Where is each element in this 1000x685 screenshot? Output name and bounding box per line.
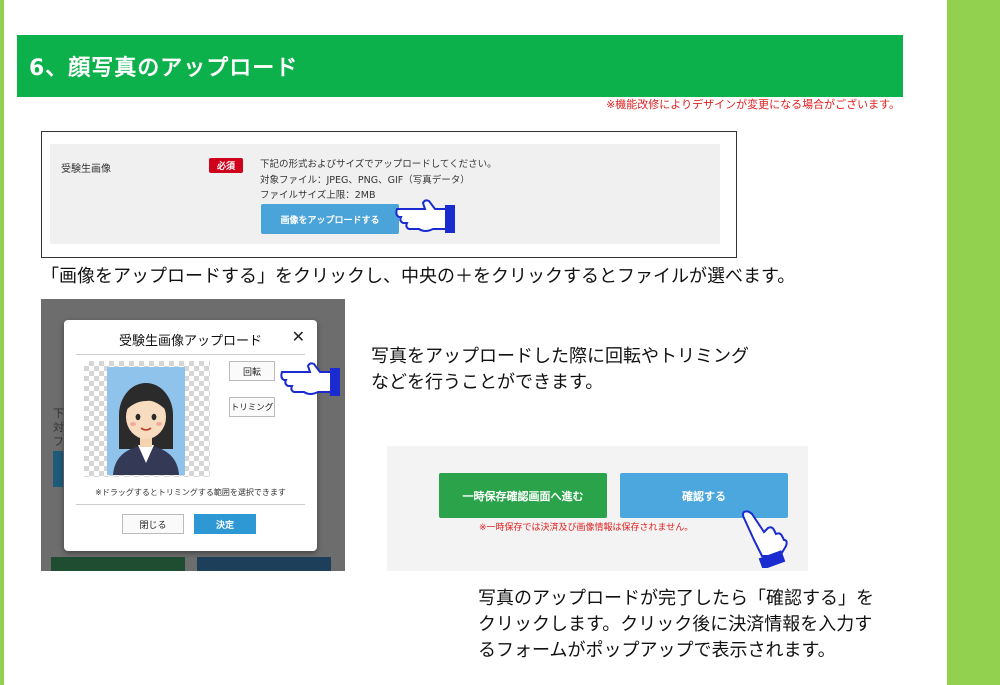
modal-divider <box>76 354 305 355</box>
confirm-description-line: クリックします。クリック後に決済情報を入力す <box>478 614 873 635</box>
pointing-hand-icon <box>395 199 455 233</box>
section-title: 6、顔写真のアップロード <box>29 56 299 81</box>
confirm-description-line: るフォームがポップアップで表示されます。 <box>478 640 836 661</box>
trim-button[interactable]: トリミング <box>229 397 275 417</box>
pointing-hand-icon <box>280 362 340 396</box>
rotate-trim-description-line: 写真をアップロードした際に回転やトリミング <box>371 346 749 367</box>
allowed-file-types: 対象ファイル：JPEG、PNG、GIF（写真データ） <box>260 175 470 186</box>
rotate-trim-description-line: などを行うことができます。 <box>371 372 604 393</box>
rotate-trim-description: 写真をアップロードした際に回転やトリミング などを行うことができます。 <box>371 344 749 396</box>
temp-save-button[interactable]: 一時保存確認画面へ進む <box>439 473 607 518</box>
upload-instructions: 下記の形式およびサイズでアップロードしてください。 <box>260 159 497 170</box>
background-button-fragment <box>53 451 63 487</box>
student-image-label: 受験生画像 <box>61 164 111 175</box>
pointing-hand-icon <box>742 510 788 568</box>
close-button[interactable]: 閉じる <box>122 514 184 534</box>
decide-button[interactable]: 決定 <box>194 514 256 534</box>
close-icon[interactable]: ✕ <box>292 327 305 346</box>
rotate-button[interactable]: 回転 <box>229 361 275 381</box>
trim-hint: ※ドラッグするとトリミングする範囲を選択できます <box>95 488 286 497</box>
modal-divider <box>76 504 305 505</box>
file-size-limit: ファイルサイズ上限：2MB <box>260 190 376 201</box>
upload-modal: 受験生画像アップロード ✕ 回転 トリミング ※ドラッグするとトリミングする範囲… <box>64 320 317 551</box>
temp-save-note: ※一時保存では決済及び画像情報は保存されません。 <box>479 523 694 533</box>
background-text-fragment: フ <box>53 435 64 448</box>
upload-image-button[interactable]: 画像をアップロードする <box>261 204 399 234</box>
required-badge: 必須 <box>209 158 243 173</box>
photo-preview[interactable] <box>84 361 210 477</box>
background-blue-button <box>197 557 331 571</box>
left-stripe <box>0 0 4 685</box>
confirm-description-line: 写真のアップロードが完了したら「確認する」を <box>478 588 874 609</box>
upload-modal-screenshot: 下 対 フ 受験生画像アップロード ✕ 回転 トリミング ※ドラッグするとトリミ… <box>41 299 345 571</box>
section-header: 6、顔写真のアップロード <box>17 35 903 97</box>
right-stripe <box>947 0 1000 685</box>
upload-form-screenshot: 受験生画像 必須 下記の形式およびサイズでアップロードしてください。 対象ファイ… <box>41 131 737 258</box>
background-green-button <box>51 557 185 571</box>
portrait-image <box>107 367 185 475</box>
upload-form-row: 受験生画像 必須 下記の形式およびサイズでアップロードしてください。 対象ファイ… <box>50 144 720 244</box>
upload-caption: 「画像をアップロードする」をクリックし、中央の＋をクリックするとファイルが選べま… <box>41 266 796 287</box>
confirm-description: 写真のアップロードが完了したら「確認する」を クリックします。クリック後に決済情… <box>478 586 874 664</box>
modal-title: 受験生画像アップロード <box>118 334 262 349</box>
design-change-notice: ※機能改修によりデザインが変更になる場合がございます。 <box>606 98 900 111</box>
